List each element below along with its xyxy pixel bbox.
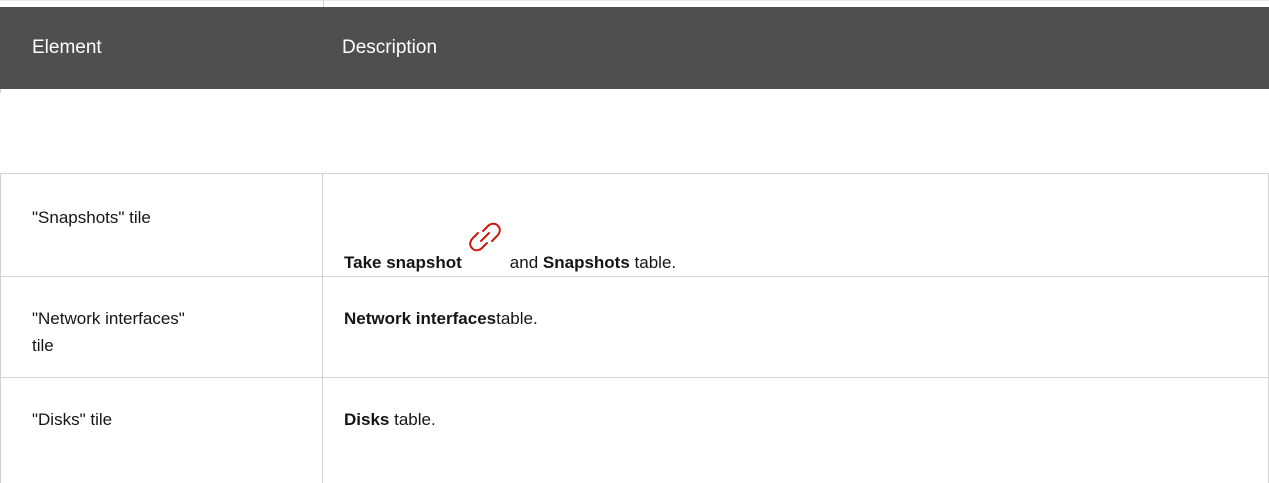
row-element-disks: "Disks" tile [32,410,113,429]
row-description-network: Network interfacestable. [344,305,1224,332]
table-text: table. [634,253,677,272]
table-text: table. [394,410,436,429]
header-description: Description [342,37,438,58]
table-row: "Snapshots" tile [32,204,302,231]
header-bar: Element Description [0,7,1269,89]
row-element-snapshots: "Snapshots" tile [32,208,151,227]
header-column-divider [323,0,324,7]
table-row: "Network interfaces" tile [32,305,302,359]
table-column-divider [322,173,323,483]
row-divider [0,377,1269,378]
network-interfaces-label: Network interfaces [344,309,497,328]
row-element-network-line1: "Network interfaces" [32,309,185,328]
row-description-disks: Disks table. [344,406,1224,433]
take-snapshot-label: Take snapshot [344,253,462,272]
link-icon[interactable] [468,220,502,254]
row-element-network-line2: tile [32,336,54,355]
page: Element Description "Snapshots" tile Tak… [0,0,1269,483]
table-row: "Disks" tile [32,406,302,433]
header-left-rule [0,89,1,93]
row-description-snapshots: Take snapshot and Snapshots table. [344,222,1224,276]
header-element: Element [32,37,102,58]
table-border-left [0,173,1,483]
and-text: and [509,253,539,272]
header-top-rule [0,0,1269,1]
table-text: table. [496,309,538,328]
disks-label: Disks [344,410,390,429]
row-divider [0,276,1269,277]
table-border-top [0,173,1269,174]
snapshots-label: Snapshots [542,253,630,272]
table-header: Element Description [0,0,1269,93]
table-body: "Snapshots" tile Take snapshot and Snaps… [0,173,1269,483]
